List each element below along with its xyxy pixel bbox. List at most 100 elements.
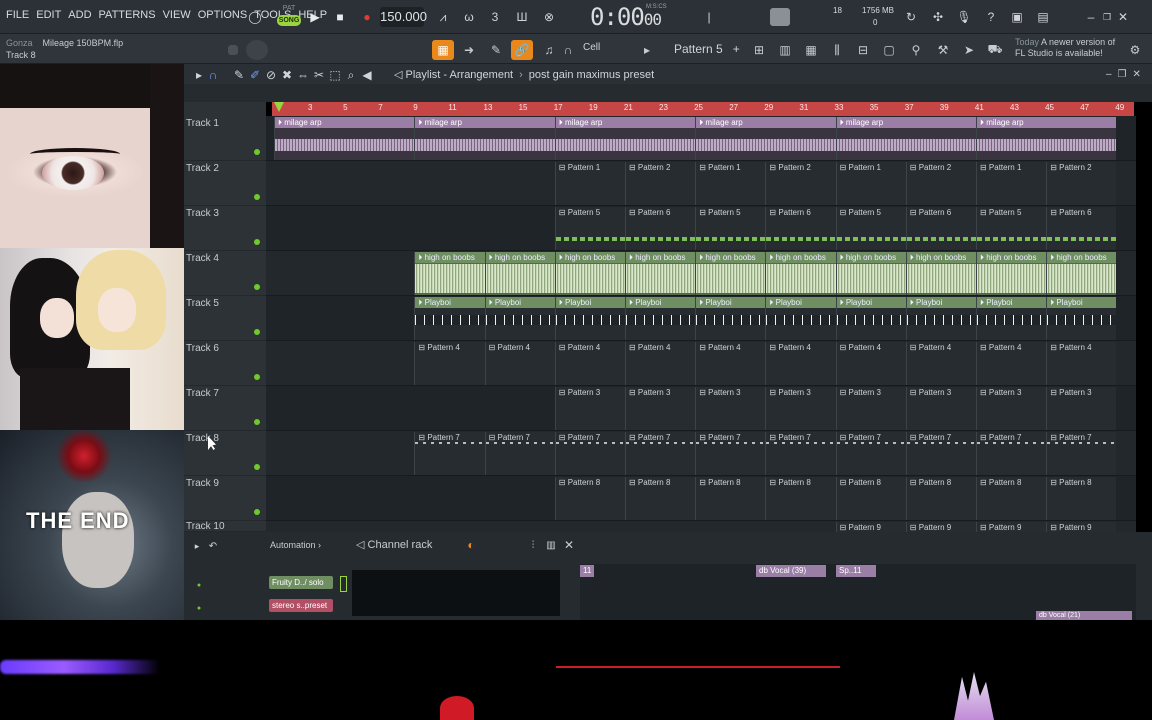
playlist-clip[interactable]: ⊟ Pattern 7 — [414, 432, 485, 475]
pencil-icon[interactable]: ✎ — [485, 40, 507, 60]
playlist-clip[interactable]: ⏵ Playboi — [1046, 297, 1117, 340]
swing-knob-icon[interactable]: ◐ — [462, 536, 480, 554]
playlist-clip[interactable]: ⊟ Pattern 2 — [1046, 162, 1117, 205]
playhead-marker[interactable] — [274, 102, 284, 112]
playlist-clip[interactable]: ⊟ Pattern 9 — [835, 522, 906, 532]
track-header-10[interactable]: Track 10 — [184, 519, 266, 532]
mixer-icon[interactable]: ⫼ — [826, 40, 848, 60]
blend-notes-icon[interactable]: ⊗ — [540, 8, 558, 26]
playlist-clip[interactable]: ⊟ Pattern 8 — [695, 477, 766, 520]
playlist-clip[interactable]: ⏵ high on boobs — [1046, 252, 1117, 295]
playlist-clip[interactable]: ⊟ Pattern 4 — [765, 342, 836, 385]
track-mute-led[interactable] — [254, 149, 260, 155]
settings-gear-icon[interactable]: ⚙ — [1124, 40, 1146, 60]
playlist-clip[interactable]: ⊟ Pattern 6 — [1046, 207, 1117, 250]
playlist-clip[interactable]: ⊟ Pattern 4 — [625, 342, 696, 385]
countdown-icon[interactable]: 3 — [486, 8, 504, 26]
close-icon[interactable]: ✕ — [564, 538, 574, 552]
track-mute-led[interactable] — [254, 419, 260, 425]
menu-view[interactable]: VIEW — [163, 9, 191, 21]
playlist-clip[interactable]: ⊟ Pattern 5 — [695, 207, 766, 250]
record-icon[interactable]: ● — [358, 8, 376, 26]
playlist-clip[interactable]: ⏵ Playboi — [695, 297, 766, 340]
track-header-6[interactable]: Track 6 — [184, 341, 266, 386]
playlist-clip[interactable]: ⊟ Pattern 4 — [976, 342, 1047, 385]
lane-7[interactable]: ⊟ Pattern 3 ⊟ Pattern 3 ⊟ Pattern 3 ⊟ Patte… — [266, 386, 1136, 431]
lane-3[interactable]: ⊟ Pattern 5 ⊟ Pattern 6 ⊟ Pattern 5 ⊟ Patte… — [266, 206, 1136, 251]
playlist-clip[interactable]: ⊟ Pattern 4 — [695, 342, 766, 385]
playlist-clip[interactable]: ⊟ Pattern 4 — [414, 342, 485, 385]
track-header-3[interactable]: Track 3 — [184, 206, 266, 251]
playlist-clip[interactable]: ⏵ milage arp — [695, 117, 836, 160]
playlist-clip[interactable]: ⊟ Pattern 5 — [976, 207, 1047, 250]
lane-10[interactable]: ⊟ Pattern 9 ⊟ Pattern 9 ⊟ Pattern 9 ⊟ Patte… — [266, 521, 1136, 532]
playlist-clip[interactable]: ⏵ Playboi — [484, 297, 555, 340]
track-mute-led[interactable] — [254, 284, 260, 290]
playlist-clip[interactable]: ⊟ Pattern 1 — [554, 162, 625, 205]
track-mute-led[interactable] — [254, 239, 260, 245]
playlist-clip[interactable]: ⊟ Pattern 8 — [1046, 477, 1117, 520]
channel-led-icon[interactable]: ● — [190, 599, 208, 617]
channel-rack-icon[interactable]: ▥ — [774, 40, 796, 60]
track-header-2[interactable]: Track 2 — [184, 161, 266, 206]
send-icon[interactable]: ➤ — [958, 40, 980, 60]
playlist-clip[interactable]: ⊟ Pattern 8 — [765, 477, 836, 520]
playlist-clip[interactable]: ⏵ high on boobs — [554, 252, 625, 295]
playlist-clip[interactable]: ⊟ Pattern 2 — [765, 162, 836, 205]
playlist-clip[interactable]: ⏵ Playboi — [976, 297, 1047, 340]
microphone-icon[interactable]: 🎙 — [955, 8, 973, 26]
playlist-clip[interactable]: ⏵ Playboi — [835, 297, 906, 340]
channel-button-2[interactable]: stereo s..preset — [269, 599, 333, 612]
playlist-clip[interactable]: ⏵ high on boobs — [976, 252, 1047, 295]
playlist-clip[interactable]: ⊟ Pattern 3 — [554, 387, 625, 430]
magnet-icon[interactable]: ∩ — [561, 40, 575, 60]
knob-icon[interactable] — [228, 45, 238, 55]
menu-add[interactable]: ADD — [68, 9, 91, 21]
playlist-clip[interactable]: ⊟ Pattern 4 — [905, 342, 976, 385]
playlist-clip[interactable]: ⏵ milage arp — [414, 117, 555, 160]
playlist-clip[interactable]: ⊟ Pattern 8 — [976, 477, 1047, 520]
master-volume-knob[interactable] — [246, 40, 268, 60]
playlist-clip[interactable]: ⊟ Pattern 4 — [1046, 342, 1117, 385]
channel-button-1[interactable]: Fruity D../ solo — [269, 576, 333, 589]
playlist-clip[interactable]: ⊟ Pattern 3 — [765, 387, 836, 430]
news-panel[interactable]: Today A newer version of FL Studio is ava… — [1015, 37, 1115, 59]
link-icon[interactable]: 🔗 — [511, 40, 533, 60]
track-mute-led[interactable] — [254, 374, 260, 380]
step-edit-icon[interactable]: Ш — [513, 8, 531, 26]
playlist-clip[interactable]: ⊟ Pattern 4 — [554, 342, 625, 385]
playlist-clip[interactable]: ⊟ Pattern 9 — [905, 522, 976, 532]
playback-tool-icon[interactable]: ◀ — [358, 66, 376, 84]
playlist-clip[interactable]: ⊟ Pattern 3 — [625, 387, 696, 430]
playlist-clip[interactable]: ⏵ high on boobs — [414, 252, 485, 295]
touch-keyboard-icon[interactable]: ⚒ — [932, 40, 954, 60]
playlist-clip[interactable]: ⊟ Pattern 7 — [484, 432, 555, 475]
playlist-clip[interactable]: ⊟ Pattern 3 — [835, 387, 906, 430]
playlist-clip[interactable]: ⏵ milage arp — [835, 117, 976, 160]
track-header-8[interactable]: Track 8 — [184, 431, 266, 476]
mini-clip[interactable]: db Vocal (21) — [1036, 611, 1132, 620]
playlist-icon[interactable]: ⊞ — [748, 40, 770, 60]
playlist-clip[interactable]: ⊟ Pattern 6 — [905, 207, 976, 250]
playlist-clip[interactable]: ⏵ Playboi — [414, 297, 485, 340]
tempo-display[interactable]: 150.000 — [380, 7, 427, 27]
lane-9[interactable]: ⊟ Pattern 8 ⊟ Pattern 8 ⊟ Pattern 8 ⊟ Patte… — [266, 476, 1136, 521]
menu-options[interactable]: OPTIONS — [198, 9, 248, 21]
playlist-clip[interactable]: ⊟ Pattern 7 — [905, 432, 976, 475]
midi-icon[interactable]: ✣ — [929, 8, 947, 26]
channel-rack-title[interactable]: ◁ Channel rack — [356, 538, 432, 551]
playlist-clip[interactable]: ⊟ Pattern 8 — [554, 477, 625, 520]
metronome-icon[interactable]: ⩘ — [434, 8, 452, 26]
lane-8[interactable]: ⊟ Pattern 7 ⊟ Pattern 7 ⊟ Pattern 7 ⊟ Patte… — [266, 431, 1136, 476]
lane-4[interactable]: ⏵ high on boobs ⏵ high on boobs ⏵ high on … — [266, 251, 1136, 296]
step-sequencer-icon[interactable]: ▥ — [542, 536, 560, 554]
bell-icon[interactable]: ♫ — [538, 40, 560, 60]
pattern-arrow-icon[interactable]: ▸ — [636, 40, 658, 60]
stop-icon[interactable]: ■ — [331, 8, 349, 26]
browser-icon[interactable]: ⊟ — [852, 40, 874, 60]
playlist-clip[interactable]: ⊟ Pattern 3 — [905, 387, 976, 430]
playlist-clip[interactable]: ⊟ Pattern 2 — [625, 162, 696, 205]
track-mute-led[interactable] — [254, 464, 260, 470]
playlist-clip[interactable]: ⊟ Pattern 1 — [835, 162, 906, 205]
track-mute-led[interactable] — [254, 329, 260, 335]
